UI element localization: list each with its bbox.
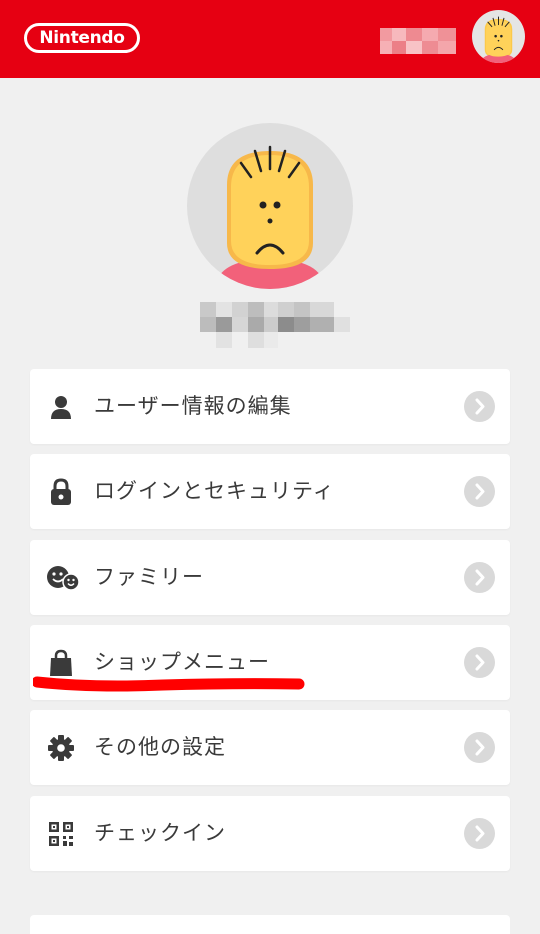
red-underline-annotation xyxy=(31,674,305,694)
profile-avatar[interactable] xyxy=(187,123,353,289)
family-icon xyxy=(46,564,80,592)
menu-item-label: ユーザー情報の編集 xyxy=(94,394,292,418)
menu-item-label: その他の設定 xyxy=(94,735,226,759)
person-icon xyxy=(46,393,76,421)
chevron-right-icon xyxy=(464,391,495,422)
app-header: Nintendo xyxy=(0,0,540,78)
qr-code-icon xyxy=(46,820,76,848)
chevron-right-icon xyxy=(464,476,495,507)
menu-item-login-security[interactable]: ログインとセキュリティ xyxy=(30,454,510,529)
menu-item-edit-user-info[interactable]: ユーザー情報の編集 xyxy=(30,369,510,444)
menu-item-check-in[interactable]: チェックイン xyxy=(30,796,510,871)
shopping-bag-icon xyxy=(46,649,76,677)
gear-icon xyxy=(46,734,76,762)
profile-name-pixelated xyxy=(200,302,350,348)
menu-item-family[interactable]: ファミリー xyxy=(30,540,510,615)
menu-item-other-settings[interactable]: その他の設定 xyxy=(30,710,510,785)
menu-item-label: チェックイン xyxy=(94,821,226,845)
nintendo-logo[interactable]: Nintendo xyxy=(24,23,140,53)
menu-item-label: ログインとセキュリティ xyxy=(94,479,335,503)
chevron-right-icon xyxy=(464,647,495,678)
username-pixelated xyxy=(380,28,456,54)
lock-icon xyxy=(46,478,76,506)
menu-item-label: ファミリー xyxy=(94,565,204,589)
next-card-partial xyxy=(30,915,510,934)
chevron-right-icon xyxy=(464,818,495,849)
header-avatar[interactable] xyxy=(472,10,525,63)
chevron-right-icon xyxy=(464,732,495,763)
chevron-right-icon xyxy=(464,562,495,593)
